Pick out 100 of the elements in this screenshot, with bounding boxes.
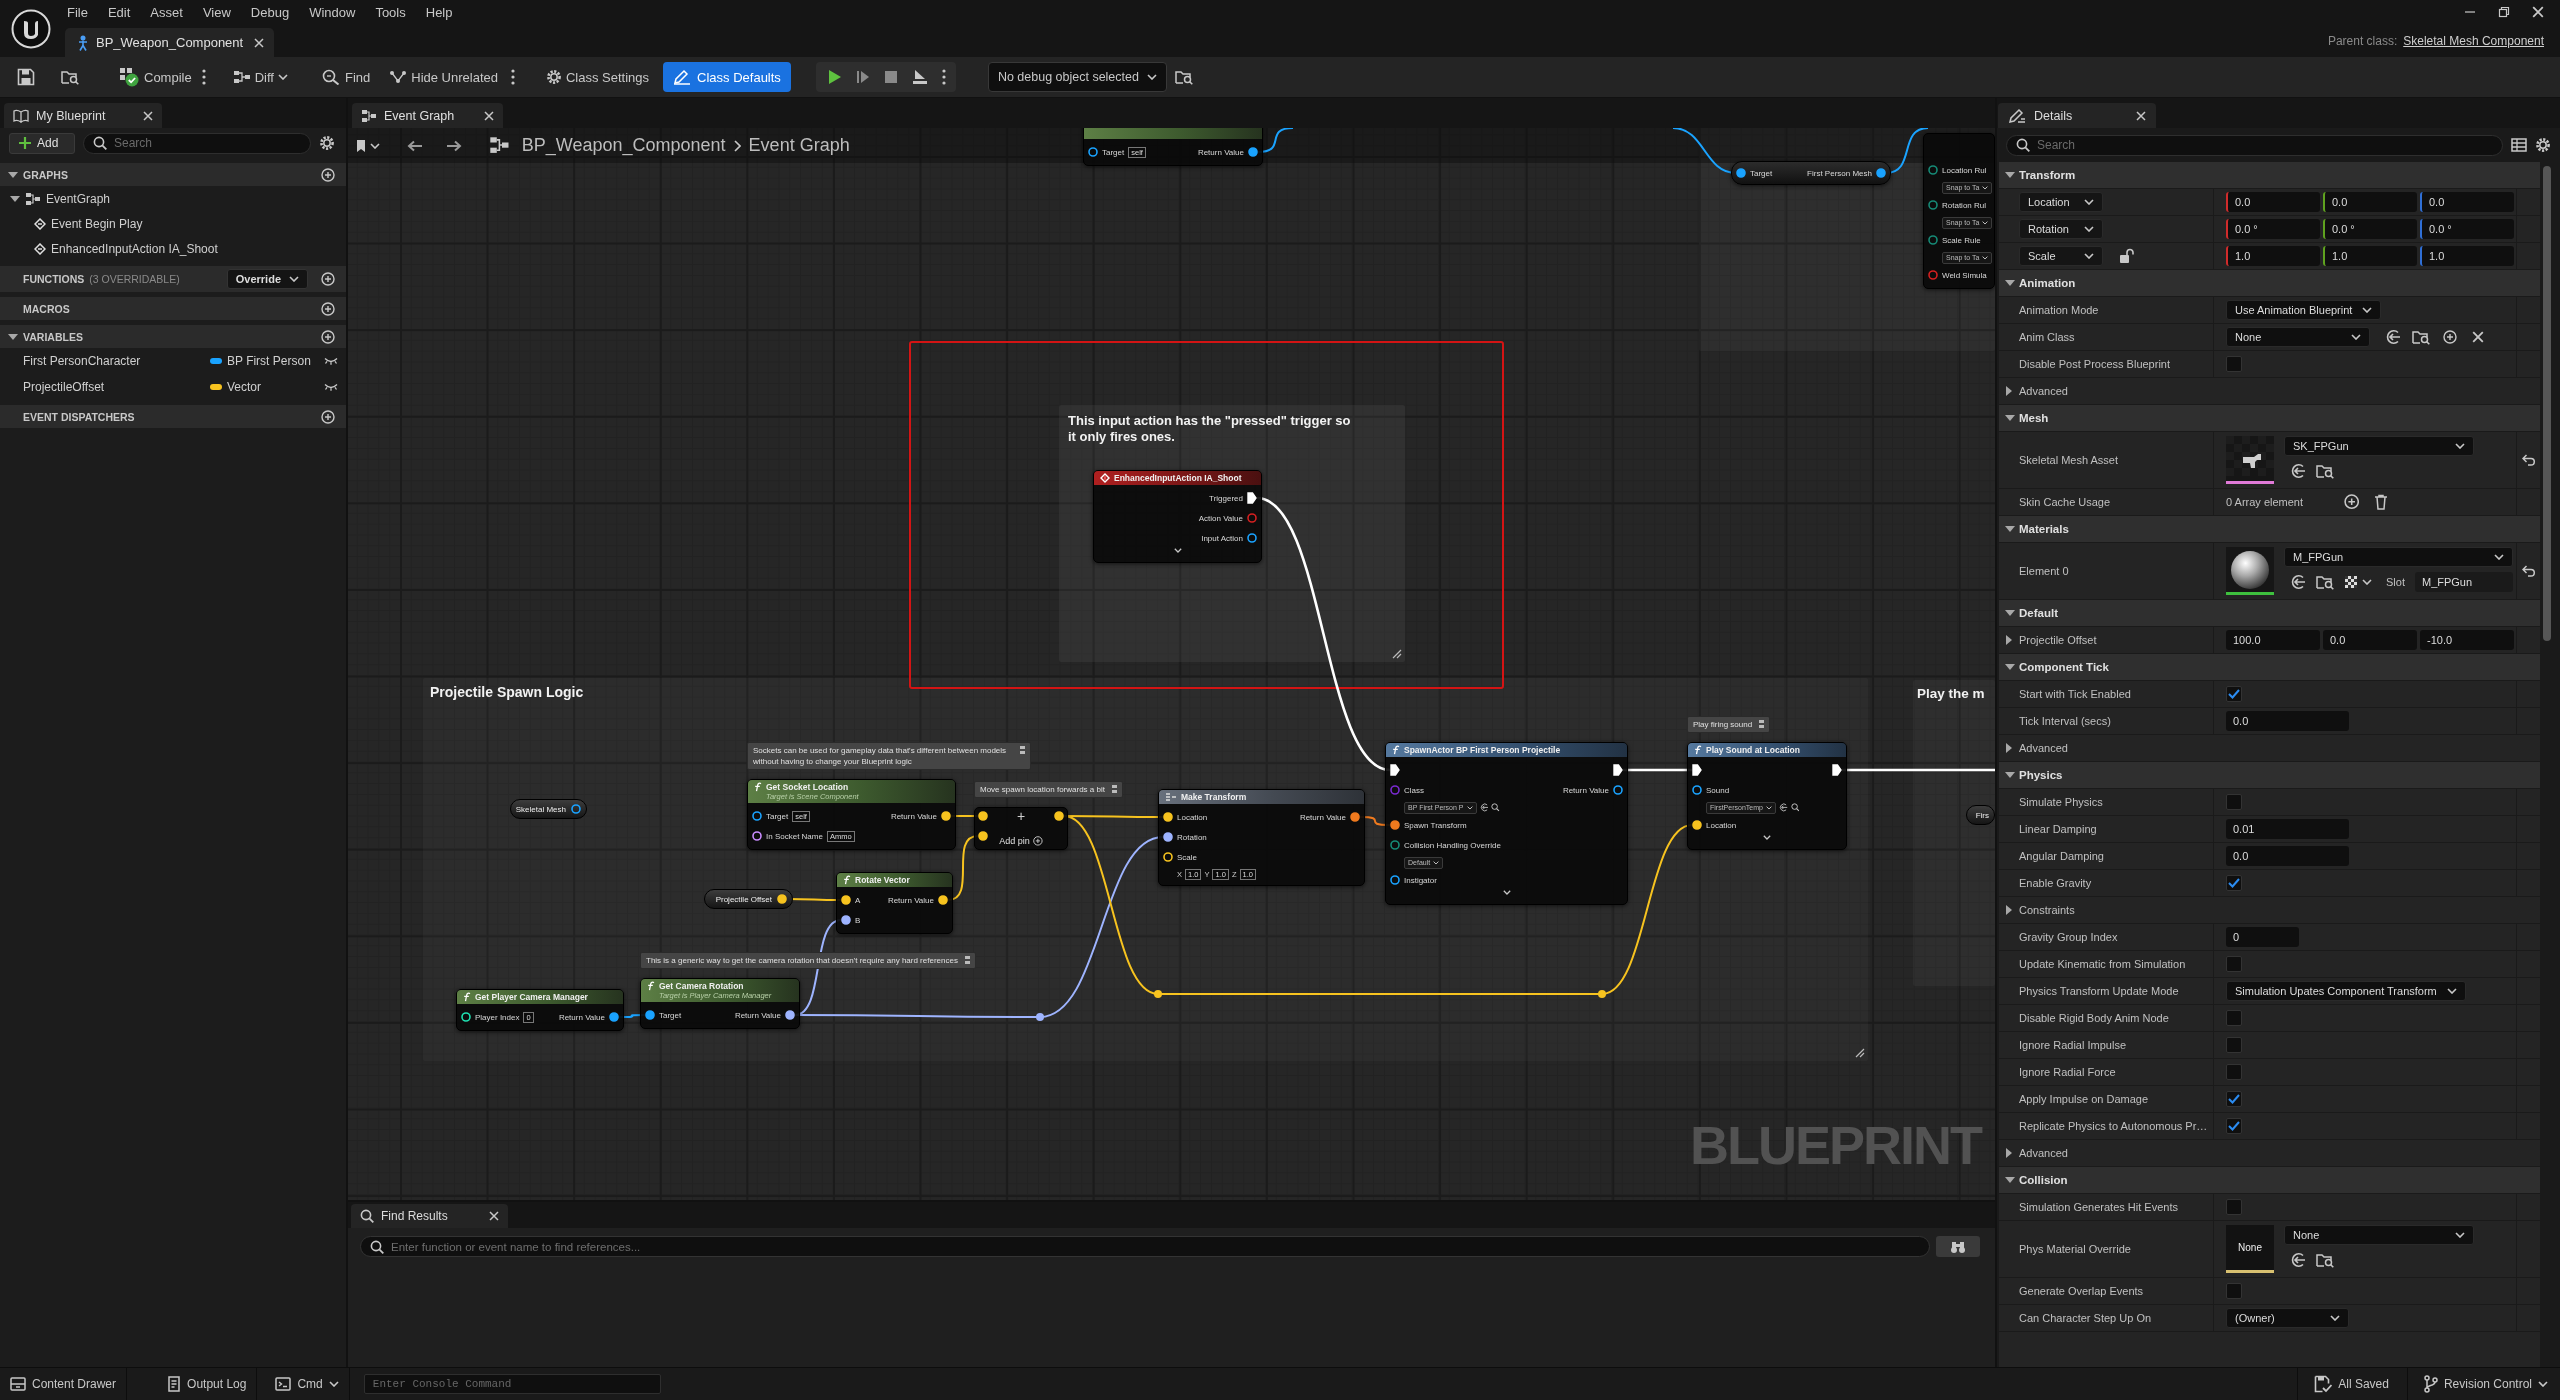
checkbox[interactable]	[2226, 356, 2242, 372]
disclosure-triangle-icon[interactable]	[2006, 905, 2012, 915]
checkbox[interactable]	[2226, 1091, 2242, 1107]
section-header[interactable]: MACROS	[0, 297, 346, 320]
checkbox[interactable]	[2226, 1283, 2242, 1299]
pin-icon[interactable]	[1736, 168, 1746, 178]
checkbox[interactable]	[2226, 956, 2242, 972]
output-log-button[interactable]: Output Log	[127, 1368, 258, 1400]
number-field[interactable]: 1.0	[2226, 246, 2320, 266]
reroute-knot[interactable]	[1598, 990, 1606, 998]
expand-chevron-icon[interactable]	[1502, 890, 1511, 895]
bubble-toggle-icon[interactable]	[963, 955, 971, 965]
logo-icon[interactable]	[11, 8, 51, 49]
pin-icon[interactable]	[785, 1010, 795, 1020]
tree-item[interactable]: EnhancedInputAction IA_Shoot	[51, 241, 218, 256]
more-options-icon[interactable]	[201, 69, 206, 85]
class-settings-button[interactable]: Class Settings	[545, 62, 650, 92]
menu-item[interactable]: Tools	[365, 4, 416, 20]
search-field[interactable]: Search	[83, 132, 311, 154]
number-field[interactable]: -10.0	[2420, 630, 2514, 650]
close-icon[interactable]	[484, 110, 494, 121]
dropdown[interactable]: (Owner)	[2226, 1308, 2349, 1328]
back-arrow-icon[interactable]	[407, 139, 423, 152]
disclosure-triangle-icon[interactable]	[2006, 635, 2012, 645]
graph-node[interactable]: Rotate Vector A Return Value B	[836, 872, 953, 934]
panel-tab[interactable]: Details	[1998, 103, 2156, 128]
folder-search-icon[interactable]	[2316, 574, 2334, 590]
more-options-icon[interactable]	[510, 69, 515, 85]
class-defaults-button[interactable]: Class Defaults	[663, 62, 791, 92]
disclosure-triangle-icon[interactable]	[2005, 172, 2015, 178]
section-header[interactable]: Component Tick	[1999, 654, 2540, 681]
section-header[interactable]: VARIABLES	[0, 325, 346, 348]
pin-icon[interactable]	[752, 831, 762, 841]
arrow-circle-icon[interactable]	[2290, 1252, 2306, 1268]
exec-pin-icon[interactable]	[1390, 764, 1400, 776]
pin-icon[interactable]	[1613, 785, 1623, 795]
menu-item[interactable]: File	[57, 4, 98, 20]
section-header[interactable]: Physics	[1999, 762, 2540, 789]
disclosure-triangle-icon[interactable]	[2006, 743, 2012, 753]
disclosure-triangle-icon[interactable]	[2005, 415, 2015, 421]
variable-name[interactable]: First PersonCharacter	[23, 354, 205, 368]
section-header[interactable]: EVENT DISPATCHERS	[0, 405, 346, 428]
expand-chevron-icon[interactable]	[1763, 835, 1771, 840]
breadcrumb-item[interactable]: BP_Weapon_Component	[521, 135, 726, 156]
add-icon[interactable]	[321, 409, 335, 424]
save-status-button[interactable]: All Saved	[2297, 1368, 2407, 1400]
table-view-icon[interactable]	[2511, 138, 2527, 152]
dropdown[interactable]: None	[2284, 1225, 2474, 1245]
pin-icon[interactable]	[752, 811, 762, 821]
section-header[interactable]: Mesh	[1999, 405, 2540, 432]
disclosure-triangle-icon[interactable]	[2005, 772, 2015, 778]
variable-name[interactable]: ProjectileOffset	[23, 380, 205, 394]
checkbox[interactable]	[2226, 794, 2242, 810]
comment-bubble[interactable]: Move spawn location forwards a bit	[974, 781, 1123, 798]
add-icon[interactable]	[2443, 330, 2457, 344]
variable-node[interactable]: Skeletal Mesh	[510, 799, 587, 819]
asset-thumbnail[interactable]: None	[2226, 1225, 2274, 1273]
number-field[interactable]: 0.0	[2420, 192, 2514, 212]
step-icon[interactable]	[855, 69, 870, 85]
content-drawer-button[interactable]: Content Drawer	[0, 1368, 128, 1400]
pin-icon[interactable]	[1248, 147, 1258, 157]
panel-tab[interactable]: Find Results	[351, 1204, 508, 1228]
find-button[interactable]: Find	[321, 62, 371, 92]
graph-node[interactable]: + Add pin	[974, 807, 1068, 850]
disclosure-triangle-icon[interactable]	[2006, 386, 2012, 396]
delete-icon[interactable]	[2374, 494, 2389, 510]
folder-search-icon[interactable]	[1174, 69, 1193, 85]
play-icon[interactable]	[827, 69, 842, 85]
checkbox[interactable]	[2226, 686, 2242, 702]
pin-icon[interactable]	[1247, 533, 1257, 543]
pin-icon[interactable]	[461, 1012, 471, 1022]
section-header[interactable]: Default	[1999, 600, 2540, 627]
menu-item[interactable]: Window	[299, 4, 366, 20]
close-icon[interactable]	[254, 37, 264, 48]
clear-icon[interactable]	[2472, 331, 2484, 343]
checkbox[interactable]	[2226, 1118, 2242, 1134]
group-label[interactable]: Advanced	[2019, 1147, 2068, 1159]
folder-search-icon[interactable]	[2412, 329, 2430, 345]
forward-arrow-icon[interactable]	[446, 139, 462, 152]
bookmark-icon[interactable]	[356, 138, 366, 153]
parent-class-link[interactable]: Skeletal Mesh Component	[2403, 33, 2544, 48]
pin-icon[interactable]	[1876, 168, 1886, 178]
disclosure-triangle-icon[interactable]	[2006, 1148, 2012, 1158]
folder-search-icon[interactable]	[61, 69, 79, 85]
checkbox[interactable]	[2226, 1064, 2242, 1080]
bubble-toggle-icon[interactable]	[1110, 784, 1118, 794]
transform-mode-dropdown[interactable]: Rotation	[2019, 219, 2103, 239]
checkerboard-icon[interactable]	[2344, 575, 2358, 589]
disclosure-triangle-icon[interactable]	[2005, 610, 2015, 616]
exec-pin-icon[interactable]	[1692, 764, 1702, 776]
arrow-circle-icon[interactable]	[2290, 463, 2306, 479]
number-field[interactable]: 1.0	[2420, 246, 2514, 266]
number-field[interactable]: 1.0	[2323, 246, 2417, 266]
expand-chevron-icon[interactable]	[1173, 548, 1182, 553]
reset-arrow-icon[interactable]	[2521, 454, 2536, 466]
stop-icon[interactable]	[883, 70, 898, 84]
find-button[interactable]	[1936, 1236, 1980, 1257]
variable-node[interactable]: Projectile Offset	[704, 889, 793, 909]
pin-icon[interactable]	[1350, 812, 1360, 822]
group-label[interactable]: Constraints	[2019, 904, 2075, 916]
